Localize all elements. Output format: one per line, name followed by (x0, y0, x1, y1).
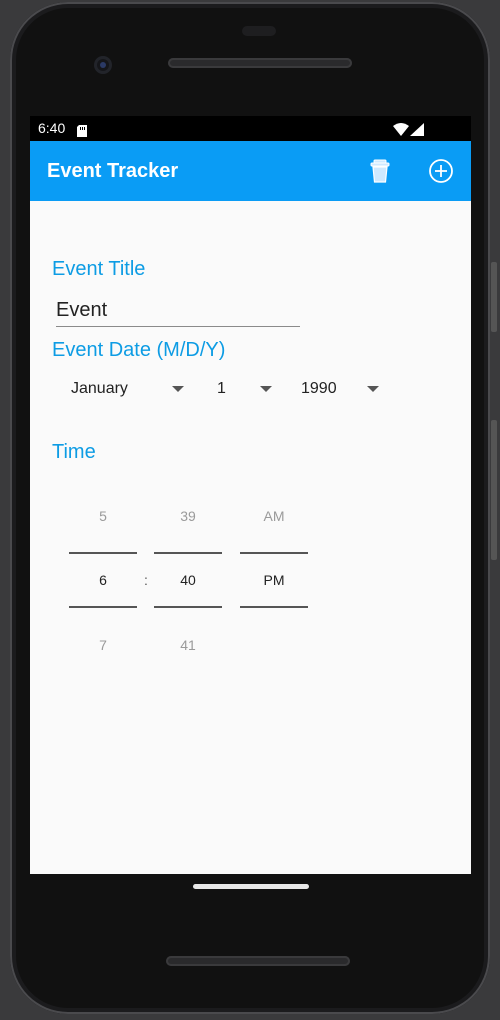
time-separator: : (144, 572, 148, 588)
volume-button (491, 420, 497, 560)
chevron-down-icon (367, 386, 379, 392)
day-spinner[interactable]: 1 (217, 376, 273, 404)
app-title: Event Tracker (47, 160, 179, 182)
status-bar: 6:40 (30, 116, 471, 141)
event-title-label: Event Title (52, 258, 146, 280)
day-value: 1 (217, 380, 226, 397)
time-label: Time (52, 441, 96, 463)
add-circle-icon (429, 159, 453, 183)
event-title-input[interactable] (56, 294, 300, 327)
add-event-button[interactable] (426, 156, 456, 186)
app-bar: Event Tracker (30, 141, 471, 201)
minute-divider-top (154, 552, 222, 554)
sd-card-icon (77, 122, 87, 141)
top-speaker-grille (168, 58, 352, 68)
ampm-prev[interactable]: AM (240, 508, 308, 524)
ampm-divider-bottom (240, 606, 308, 608)
status-time: 6:40 (38, 120, 66, 136)
year-value: 1990 (301, 380, 337, 397)
trash-icon (370, 159, 390, 183)
year-spinner[interactable]: 1990 (301, 376, 383, 404)
ampm-current[interactable]: PM (240, 572, 308, 588)
minute-prev[interactable]: 39 (154, 508, 222, 524)
hour-divider-bottom (69, 606, 137, 608)
hour-current[interactable]: 6 (69, 572, 137, 588)
cell-signal-icon (410, 121, 424, 140)
hour-divider-top (69, 552, 137, 554)
hour-next[interactable]: 7 (69, 637, 137, 653)
minute-divider-bottom (154, 606, 222, 608)
month-value: January (71, 380, 128, 397)
month-spinner[interactable]: January (71, 376, 187, 404)
ampm-divider-top (240, 552, 308, 554)
delete-button[interactable] (365, 156, 395, 186)
wifi-icon (393, 121, 409, 140)
bottom-speaker-grille (166, 956, 350, 966)
home-gesture-bar[interactable] (193, 884, 309, 889)
front-camera (94, 56, 112, 74)
power-button (491, 262, 497, 332)
hour-prev[interactable]: 5 (69, 508, 137, 524)
minute-next[interactable]: 41 (154, 637, 222, 653)
app-screen: 6:40 Event Tracker Event Title Event Eve… (30, 116, 471, 874)
minute-current[interactable]: 40 (154, 572, 222, 588)
chevron-down-icon (172, 386, 184, 392)
chevron-down-icon (260, 386, 272, 392)
earpiece (242, 26, 276, 36)
event-date-label: Event Date (M/D/Y) (52, 339, 226, 361)
